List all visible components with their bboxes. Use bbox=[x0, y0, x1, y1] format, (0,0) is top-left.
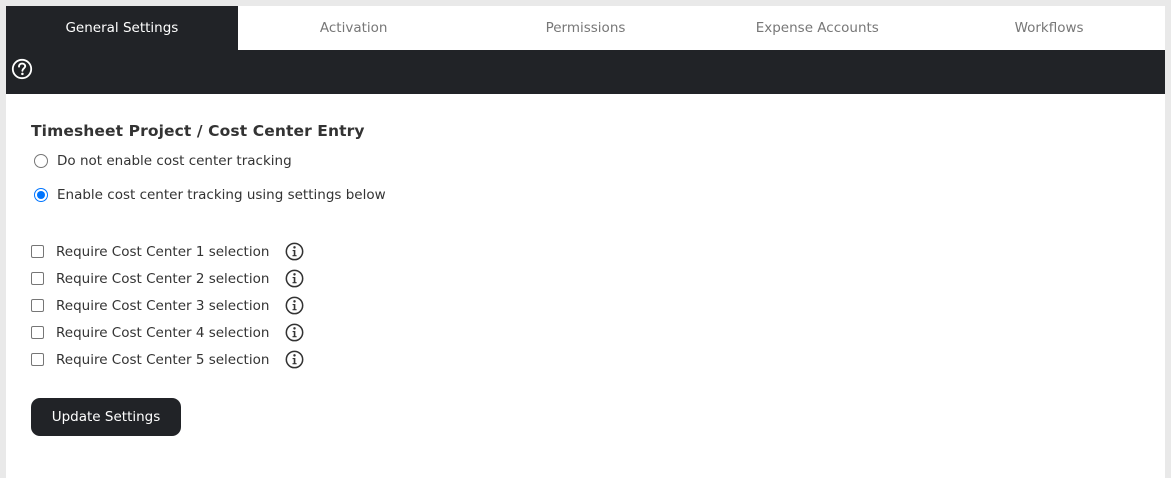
checkbox-cost-center-3[interactable] bbox=[31, 299, 44, 312]
checkbox-row-cost-center-1[interactable]: Require Cost Center 1 selection bbox=[31, 242, 304, 261]
radio-row-disable[interactable]: Do not enable cost center tracking bbox=[34, 153, 292, 169]
radio-row-enable[interactable]: Enable cost center tracking using settin… bbox=[34, 187, 386, 203]
section-title: Timesheet Project / Cost Center Entry bbox=[31, 122, 365, 140]
checkbox-cost-center-5[interactable] bbox=[31, 353, 44, 366]
checkbox-cost-center-1[interactable] bbox=[31, 245, 44, 258]
checkbox-label: Require Cost Center 2 selection bbox=[56, 270, 270, 287]
settings-panel: General Settings Activation Permissions … bbox=[6, 6, 1165, 478]
radio-enable-tracking[interactable] bbox=[34, 188, 48, 202]
radio-label: Do not enable cost center tracking bbox=[57, 153, 292, 169]
info-icon[interactable] bbox=[285, 296, 304, 315]
info-icon[interactable] bbox=[285, 323, 304, 342]
checkbox-row-cost-center-3[interactable]: Require Cost Center 3 selection bbox=[31, 296, 304, 315]
info-icon[interactable] bbox=[285, 350, 304, 369]
checkbox-cost-center-4[interactable] bbox=[31, 326, 44, 339]
radio-disable-tracking[interactable] bbox=[34, 154, 48, 168]
checkbox-label: Require Cost Center 4 selection bbox=[56, 324, 270, 341]
checkbox-label: Require Cost Center 3 selection bbox=[56, 297, 270, 314]
tab-permissions[interactable]: Permissions bbox=[470, 6, 702, 50]
checkbox-row-cost-center-5[interactable]: Require Cost Center 5 selection bbox=[31, 350, 304, 369]
checkbox-row-cost-center-4[interactable]: Require Cost Center 4 selection bbox=[31, 323, 304, 342]
radio-label: Enable cost center tracking using settin… bbox=[57, 187, 386, 203]
checkbox-label: Require Cost Center 1 selection bbox=[56, 243, 270, 260]
info-icon[interactable] bbox=[285, 269, 304, 288]
tab-expense-accounts[interactable]: Expense Accounts bbox=[701, 6, 933, 50]
question-circle-icon[interactable] bbox=[11, 58, 33, 80]
checkbox-row-cost-center-2[interactable]: Require Cost Center 2 selection bbox=[31, 269, 304, 288]
tab-general-settings[interactable]: General Settings bbox=[6, 6, 238, 50]
tab-bar: General Settings Activation Permissions … bbox=[6, 6, 1165, 50]
info-icon[interactable] bbox=[285, 242, 304, 261]
toolbar bbox=[6, 50, 1165, 94]
tab-activation[interactable]: Activation bbox=[238, 6, 470, 50]
checkbox-label: Require Cost Center 5 selection bbox=[56, 351, 270, 368]
update-settings-button[interactable]: Update Settings bbox=[31, 398, 181, 436]
tab-workflows[interactable]: Workflows bbox=[933, 6, 1165, 50]
checkbox-cost-center-2[interactable] bbox=[31, 272, 44, 285]
